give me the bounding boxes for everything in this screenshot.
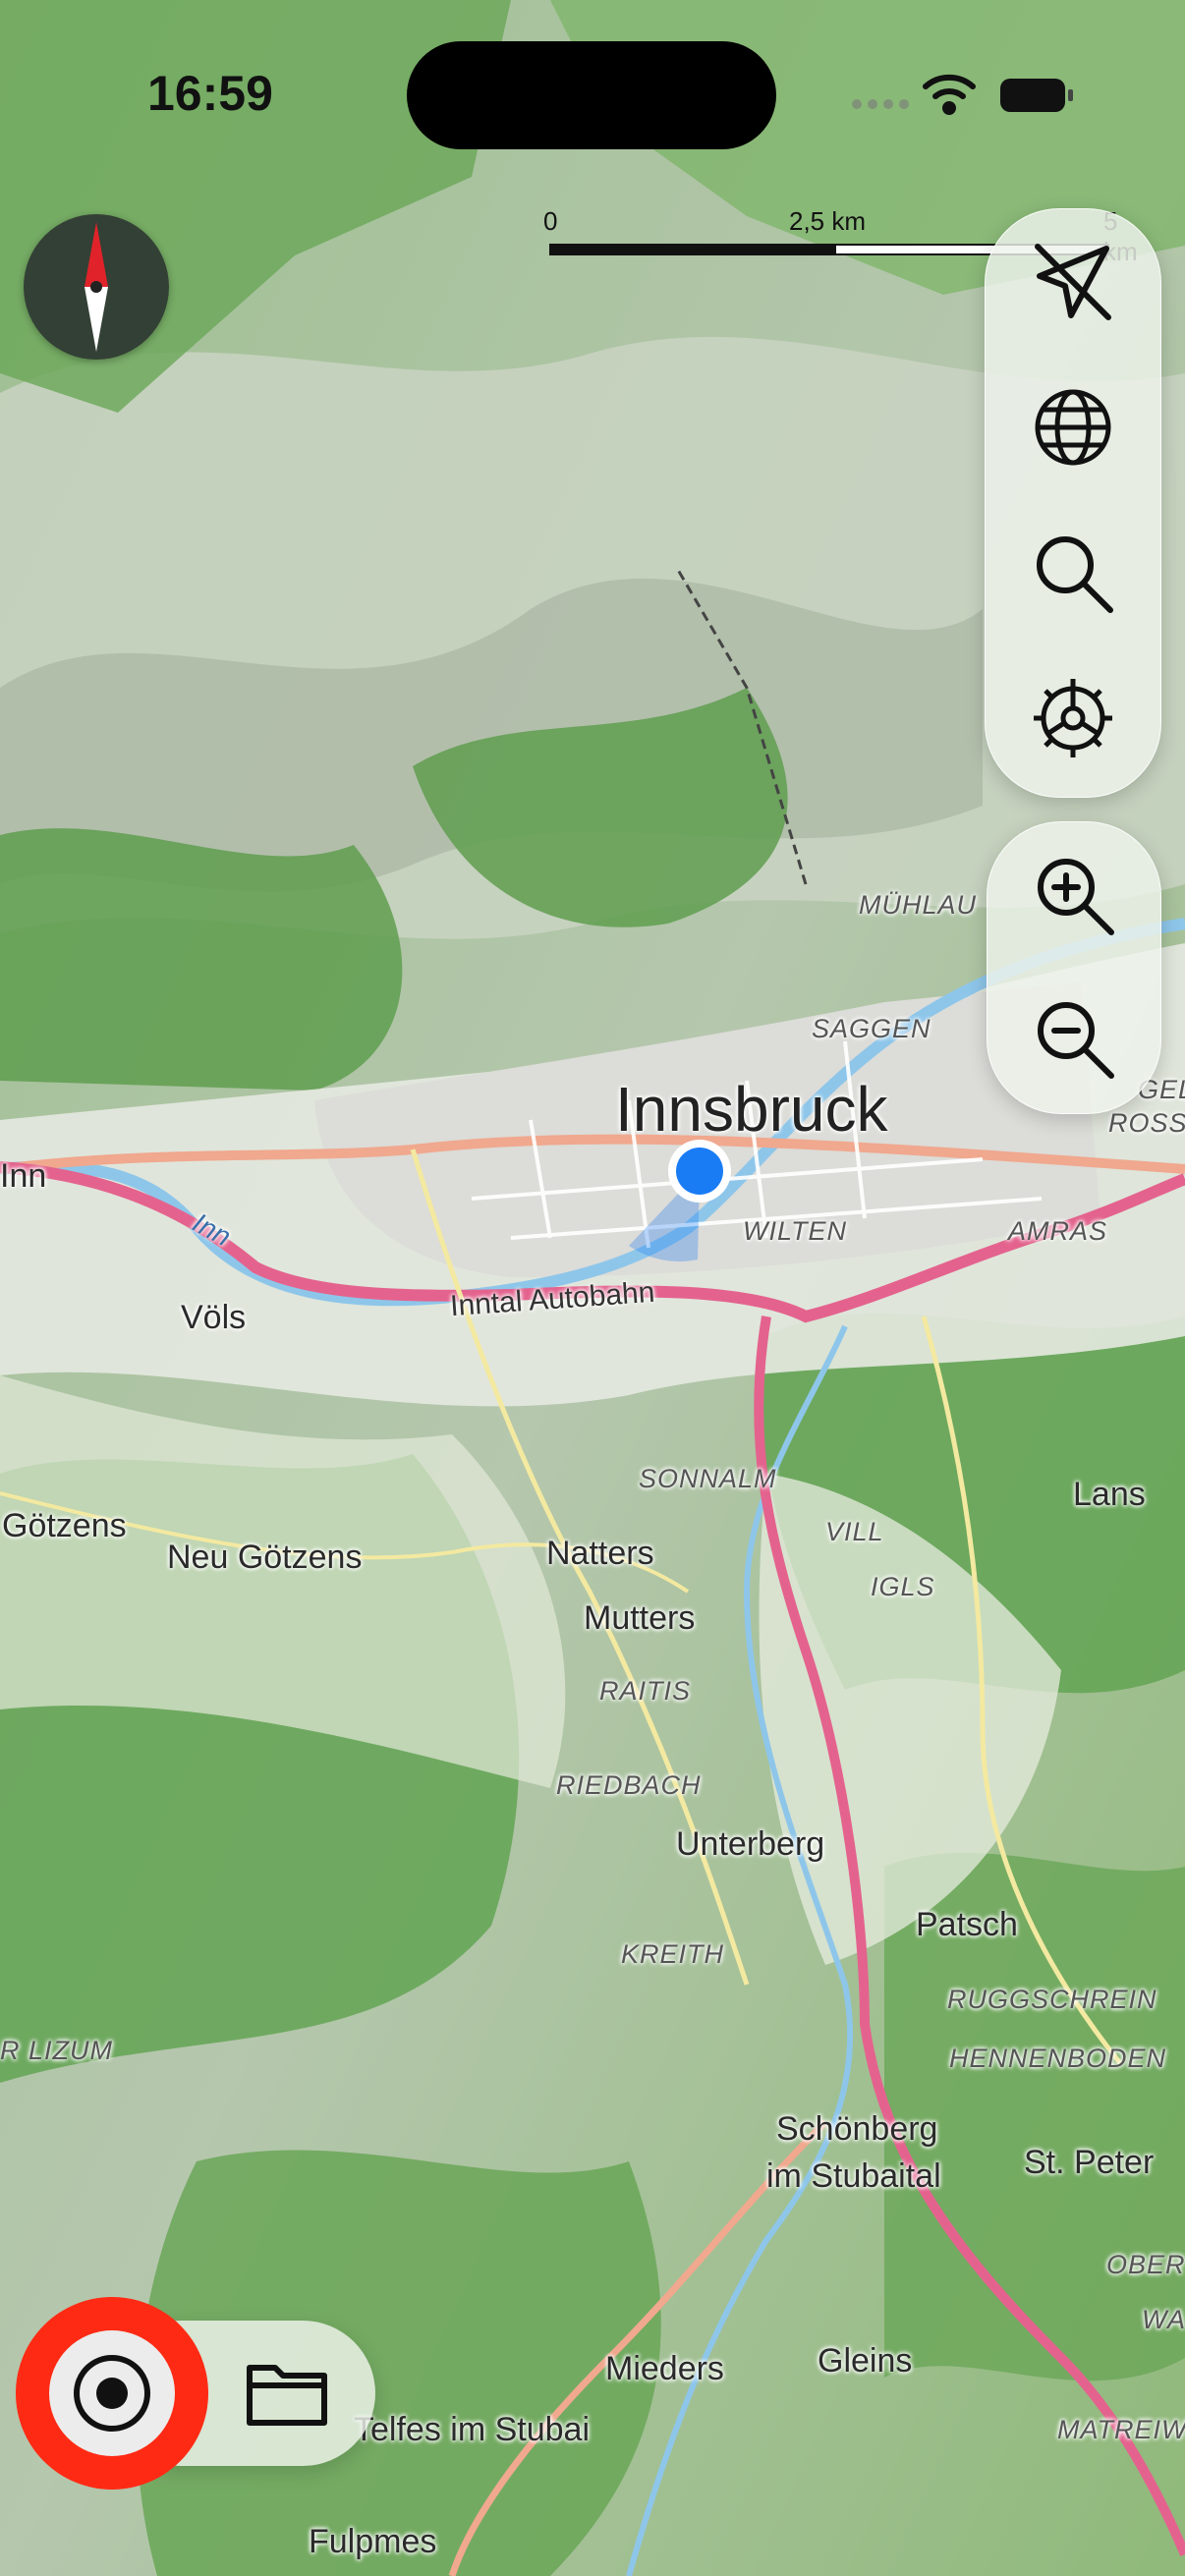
district-label: KREITH [621, 1939, 725, 1969]
district-label: WA [1142, 2305, 1185, 2334]
district-label: AMRAS [1008, 1216, 1108, 1246]
scale-label-start: 0 [543, 206, 558, 236]
district-label: RAITIS [599, 1676, 692, 1706]
wifi-icon [923, 74, 976, 115]
settings-button[interactable] [1014, 659, 1132, 777]
record-button[interactable] [16, 2297, 208, 2490]
district-label: MÜHLAU [859, 890, 978, 920]
search-icon [1037, 536, 1113, 613]
town-label: St. Peter [1024, 2144, 1155, 2181]
town-label: Neu Götzens [167, 1539, 363, 1576]
status-icons [845, 69, 1091, 120]
folder-icon [247, 2365, 327, 2426]
district-label: IGLS [871, 1572, 935, 1601]
town-label: Völs [181, 1299, 247, 1336]
town-label: Lans [1073, 1476, 1146, 1513]
district-label: SAGGEN [812, 1014, 931, 1043]
cellular-signal-icon [852, 99, 909, 109]
district-label: RIEDBACH [556, 1770, 702, 1800]
globe-button[interactable] [1014, 368, 1132, 486]
zoom-out-icon [1038, 1002, 1114, 1079]
location-arrow-icon [1035, 244, 1111, 320]
district-label: OBER [1106, 2250, 1185, 2279]
district-label: SONNALM [639, 1464, 777, 1493]
district-label: VILL [825, 1517, 884, 1546]
scale-segment-dark [549, 244, 834, 255]
district-label: RUGGSCHREIN [947, 1985, 1157, 2014]
town-label: Schönberg [776, 2110, 938, 2148]
location-arrow-button[interactable] [1014, 223, 1132, 341]
town-label: Inn [0, 1157, 47, 1195]
district-label: MATREIW [1057, 2415, 1185, 2444]
zoom-controls-panel [987, 821, 1161, 1114]
district-label: HENNENBODEN [949, 2044, 1167, 2073]
district-label: R LIZUM [0, 2036, 113, 2065]
town-label: Unterberg [676, 1825, 825, 1863]
town-label: Götzens [2, 1507, 127, 1544]
user-location-dot-core [676, 1148, 723, 1195]
district-label: ROSSAU [1108, 1108, 1185, 1138]
town-label: Gleins [818, 2342, 913, 2380]
town-label: im Stubaital [766, 2157, 941, 2195]
settings-gear-icon [1034, 679, 1112, 757]
battery-icon [1000, 79, 1073, 112]
compass-button[interactable] [24, 214, 169, 360]
dynamic-island [407, 41, 776, 149]
town-label: Mutters [584, 1599, 696, 1637]
city-label-innsbruck: Innsbruck [615, 1074, 888, 1145]
town-label: Mieders [605, 2350, 724, 2387]
record-button-inner [49, 2330, 175, 2456]
scale-label-mid: 2,5 km [789, 206, 867, 236]
zoom-in-icon [1038, 859, 1114, 935]
folder-button[interactable] [228, 2334, 346, 2452]
record-icon [74, 2355, 150, 2432]
map-controls-panel [985, 208, 1161, 798]
district-label: WILTEN [743, 1216, 847, 1246]
town-label: Telfes im Stubai [354, 2411, 590, 2448]
town-label: Natters [546, 1535, 654, 1572]
search-button[interactable] [1014, 514, 1132, 632]
forest-area [0, 828, 403, 1091]
zoom-in-button[interactable] [1015, 836, 1133, 954]
globe-icon [1035, 389, 1111, 466]
compass-icon [85, 222, 108, 352]
status-time: 16:59 [147, 66, 273, 121]
zoom-out-button[interactable] [1015, 980, 1133, 1097]
town-label: Fulpmes [309, 2523, 437, 2560]
town-label: Patsch [916, 1906, 1018, 1943]
